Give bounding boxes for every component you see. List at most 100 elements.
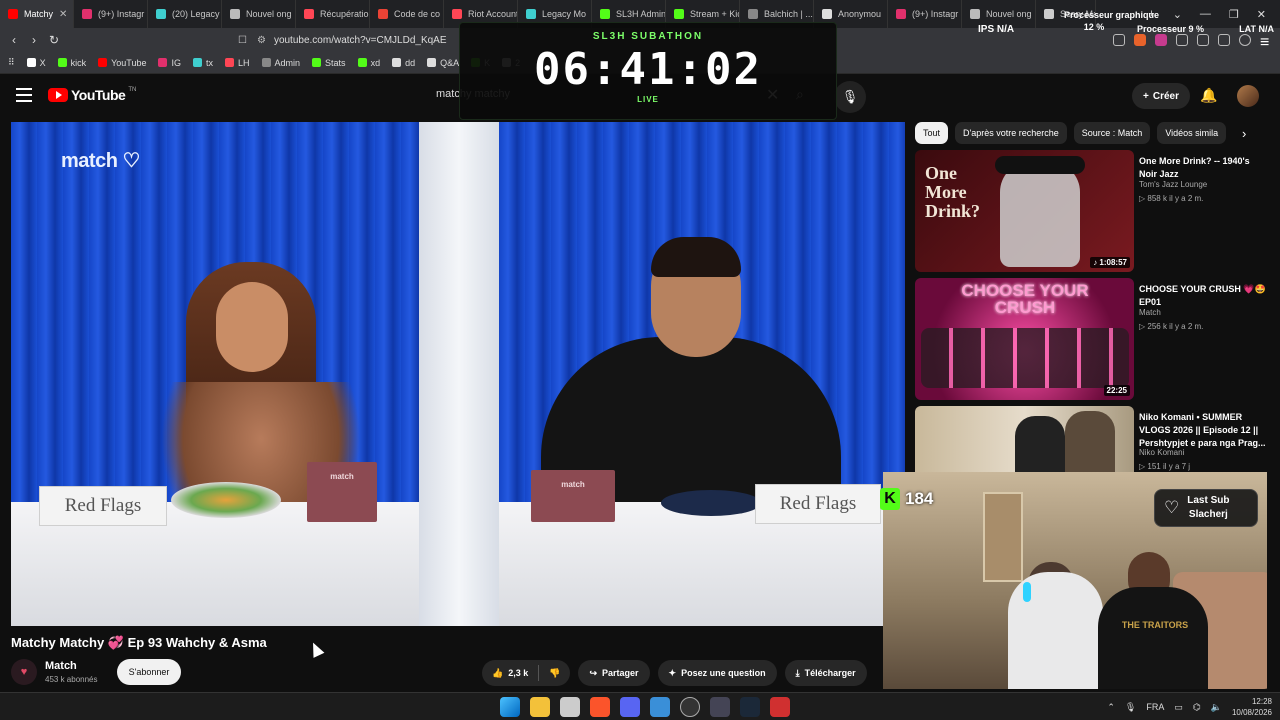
sparkle-icon: ✦ — [668, 667, 677, 678]
profile-icon[interactable] — [1239, 34, 1251, 46]
share-button[interactable]: ↪ Partager — [578, 660, 650, 686]
download-button[interactable]: ⤓ Télécharger — [784, 660, 867, 686]
recommendation-item[interactable]: One More Drink? ♪ 1:08:57 One More Drink… — [915, 150, 1275, 272]
recommendation-title[interactable]: Niko Komani • SUMMER VLOGS 2026 || Episo… — [1139, 411, 1269, 450]
clock[interactable]: 12:28 10/08/2026 — [1232, 696, 1272, 718]
extension-icon-3[interactable] — [1176, 34, 1188, 46]
notifications-bell-icon[interactable]: 🔔 — [1200, 87, 1217, 104]
youtube-logo[interactable]: YouTube TN — [48, 87, 136, 103]
subscribe-button[interactable]: S'abonner — [117, 659, 181, 685]
hamburger-menu-icon[interactable] — [16, 88, 32, 102]
discord-icon[interactable] — [620, 697, 640, 717]
filter-chip[interactable]: Source : Match — [1073, 122, 1151, 144]
browser-tab[interactable]: (20) Legacy — [148, 0, 222, 28]
bookmark-item[interactable]: dd — [392, 58, 415, 68]
video-player[interactable]: match ♡ match match Red Flags Red Flags — [11, 122, 905, 626]
network-icon[interactable]: ⌬ — [1193, 702, 1201, 713]
voice-search-mic-icon[interactable]: 🎙 — [834, 81, 866, 113]
tab-label: (20) Legacy — [172, 9, 220, 19]
recommendation-thumbnail[interactable]: CHOOSE YOUR CRUSH 22:25 — [915, 278, 1134, 400]
channel-name[interactable]: Match — [45, 660, 77, 672]
tab-label: Legacy Mo — [542, 9, 587, 19]
last-sub-label: Last Sub — [1187, 495, 1230, 506]
reload-icon[interactable]: ↻ — [44, 33, 64, 47]
close-window-button[interactable]: ✕ — [1257, 8, 1266, 21]
apps-grid-icon[interactable]: ⠿ — [8, 57, 15, 68]
bookmark-item[interactable]: LH — [225, 58, 250, 68]
photos-icon[interactable] — [650, 697, 670, 717]
extension-icon[interactable] — [1134, 34, 1146, 46]
bookmark-item[interactable]: YouTube — [98, 58, 146, 68]
tray-chevron-icon[interactable]: ⌃ — [1107, 702, 1115, 713]
recommendation-channel[interactable]: Tom's Jazz Lounge — [1139, 180, 1207, 189]
recommendation-title[interactable]: One More Drink? -- 1940's Noir Jazz — [1139, 155, 1269, 181]
filter-chip[interactable]: Tout — [915, 122, 949, 144]
bookmark-icon[interactable]: ☐ — [238, 35, 247, 46]
windows-start-icon[interactable] — [500, 697, 520, 717]
account-avatar[interactable] — [1237, 85, 1259, 107]
close-tab-icon[interactable]: ✕ — [59, 9, 67, 20]
volume-icon[interactable]: 🔈 — [1211, 702, 1222, 713]
browser-tab[interactable]: Matchy ✕ — [0, 0, 74, 28]
create-button[interactable]: + Créer — [1132, 83, 1190, 109]
thumbnail-text: CHOOSE YOUR CRUSH — [961, 281, 1089, 317]
app-icon-3[interactable] — [770, 697, 790, 717]
browser-tab[interactable]: (9+) Instagr — [888, 0, 962, 28]
steam-icon[interactable] — [740, 697, 760, 717]
chevron-right-icon[interactable]: › — [1242, 126, 1246, 141]
maximize-button[interactable]: ❐ — [1229, 8, 1239, 21]
webcam-door — [983, 492, 1023, 582]
forward-icon[interactable]: › — [24, 33, 44, 47]
channel-avatar[interactable]: ♥ — [11, 659, 37, 685]
recommendation-channel[interactable]: Match — [1139, 308, 1161, 317]
microphone-icon[interactable]: 🎙 — [1125, 702, 1136, 713]
bookmark-item[interactable]: IG — [158, 58, 181, 68]
bookmark-item[interactable]: xd — [357, 58, 380, 68]
display-icon[interactable]: ▭ — [1174, 702, 1183, 713]
tab-search-icon[interactable]: ⌄ — [1173, 8, 1182, 21]
recommendation-channel[interactable]: Niko Komani — [1139, 448, 1184, 457]
recommendation-title[interactable]: CHOOSE YOUR CRUSH 💗🤩 EP01 — [1139, 283, 1269, 309]
browser-tab[interactable]: (9+) Instagr — [74, 0, 148, 28]
ips-label: IPS — [978, 24, 995, 35]
bookmark-item[interactable]: Stats — [312, 58, 346, 68]
bookmark-item[interactable]: tx — [193, 58, 213, 68]
brave-browser-icon[interactable] — [590, 697, 610, 717]
tab-label: Anonymou — [838, 9, 882, 19]
obs-icon[interactable] — [680, 697, 700, 717]
bookmark-item[interactable]: kick — [57, 58, 86, 68]
extension-icon-2[interactable] — [1155, 34, 1167, 46]
browser-tab[interactable]: Code de co — [370, 0, 444, 28]
bookmark-item[interactable]: X — [26, 58, 46, 68]
language-indicator[interactable]: FRA — [1146, 702, 1164, 712]
bookmark-favicon-icon — [427, 58, 437, 67]
bookmark-item[interactable]: Q&A — [427, 58, 459, 68]
recommendation-item[interactable]: CHOOSE YOUR CRUSH 22:25 CHOOSE YOUR CRUS… — [915, 278, 1275, 400]
browser-tab[interactable]: Nouvel ong — [222, 0, 296, 28]
thumbnail-text: One More Drink? — [925, 163, 981, 221]
url-field[interactable]: youtube.com/watch?v=CMJLDd_KqAE — [274, 35, 447, 46]
wallet-icon[interactable] — [1218, 34, 1230, 46]
sidebar-icon[interactable] — [1197, 34, 1209, 46]
bookmark-favicon-icon — [392, 58, 402, 67]
site-info-icon[interactable]: ⚙ — [257, 35, 266, 46]
back-icon[interactable]: ‹ — [4, 33, 24, 47]
kick-viewer-badge: K 184 — [880, 488, 933, 510]
menu-icon[interactable]: ≡ — [1260, 34, 1272, 51]
tab-favicon-icon — [970, 9, 980, 19]
filter-chip[interactable]: D'après votre recherche — [955, 122, 1067, 144]
cpu-stat: Processeur 9 % — [1137, 24, 1204, 34]
filter-chip[interactable]: Vidéos simila — [1157, 122, 1227, 144]
bookmark-item[interactable]: Admin — [261, 58, 300, 68]
tab-favicon-icon — [82, 9, 92, 19]
app-icon[interactable] — [560, 697, 580, 717]
browser-tab[interactable]: Récupératio — [296, 0, 370, 28]
app-icon-2[interactable] — [710, 697, 730, 717]
cast-icon[interactable] — [1113, 34, 1125, 46]
ask-button[interactable]: ✦ Posez une question — [657, 660, 777, 686]
dislike-button[interactable]: 👎 — [539, 668, 570, 679]
like-button[interactable]: 👍 2,3 k — [482, 665, 540, 681]
file-explorer-icon[interactable] — [530, 697, 550, 717]
recommendation-thumbnail[interactable]: One More Drink? ♪ 1:08:57 — [915, 150, 1134, 272]
minimize-button[interactable]: — — [1200, 8, 1211, 20]
